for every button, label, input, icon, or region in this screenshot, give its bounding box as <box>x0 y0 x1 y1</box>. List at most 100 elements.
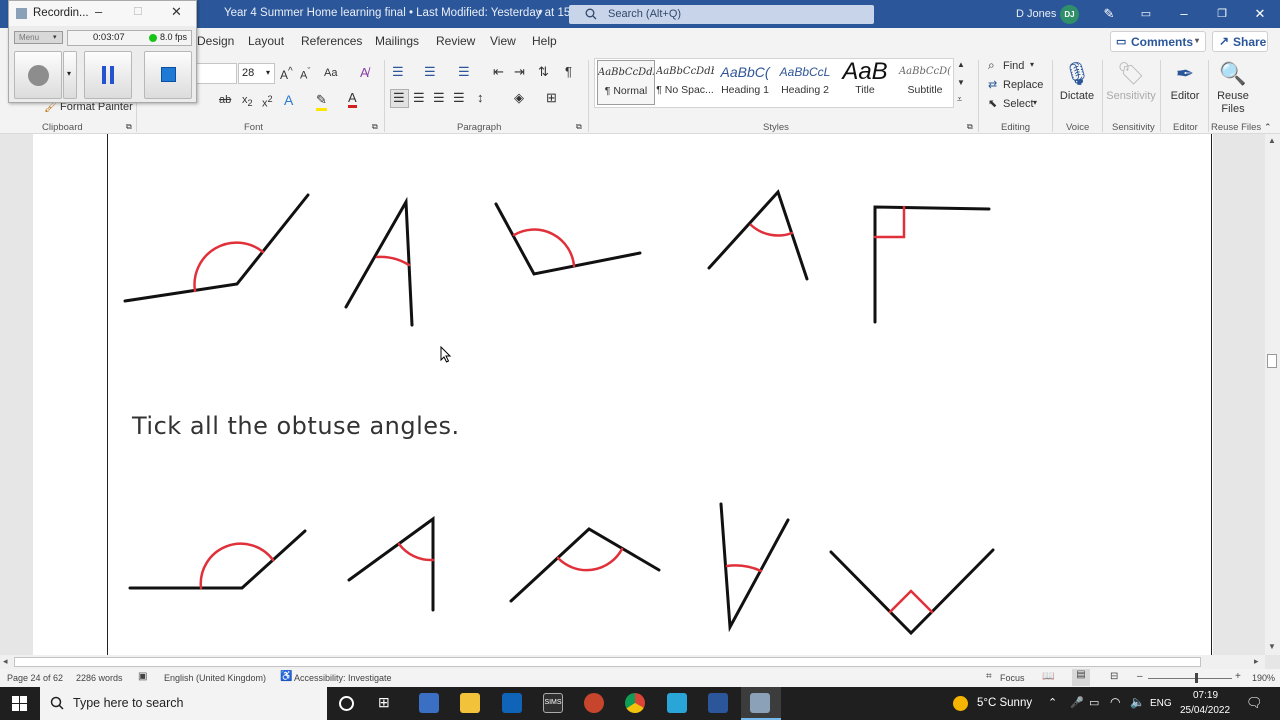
sensitivity-button[interactable]: 🏷 Sensitivity <box>1105 58 1157 102</box>
increase-indent-icon[interactable]: ⇥ <box>514 64 525 80</box>
record-button[interactable] <box>14 51 62 99</box>
recorder-menu-button[interactable]: Menu ▾ <box>14 31 63 44</box>
collapse-ribbon-icon[interactable]: ⌃ <box>1264 122 1272 133</box>
line-spacing-icon[interactable]: ↕ <box>477 90 484 105</box>
bullets-icon[interactable]: ☰ <box>392 64 404 80</box>
tab-design[interactable]: Design <box>197 34 234 48</box>
zoom-level[interactable]: 190% <box>1252 673 1275 683</box>
document-area[interactable]: Tick all the obtuse angles. <box>0 134 1265 655</box>
sims-icon[interactable]: SIMS <box>543 693 563 713</box>
superscript-icon[interactable]: x2 <box>262 94 273 110</box>
tab-view[interactable]: View <box>490 34 516 48</box>
file-explorer-icon[interactable] <box>460 693 480 713</box>
numbering-icon[interactable]: ☰ <box>424 64 436 80</box>
recorder-title-bar[interactable]: Recordin... – ☐ ✕ <box>9 1 196 26</box>
focus-button[interactable]: Focus <box>1000 673 1025 683</box>
scroll-thumb[interactable] <box>14 657 1201 667</box>
user-name[interactable]: D Jones <box>1016 8 1056 20</box>
maximize-icon[interactable]: ☐ <box>133 5 143 18</box>
scroll-down-icon[interactable]: ▼ <box>1268 642 1276 651</box>
title-dropdown-icon[interactable]: ▾ <box>538 7 543 18</box>
style-heading-1[interactable]: AaBbC( Heading 1 <box>716 60 774 105</box>
outlook-icon[interactable] <box>502 693 522 713</box>
weather-icon[interactable] <box>953 696 968 711</box>
dialog-launcher-icon[interactable]: ⧉ <box>967 122 973 132</box>
zoom-slider-thumb[interactable] <box>1195 673 1198 683</box>
battery-icon[interactable]: ▭ <box>1089 696 1099 709</box>
app-icon[interactable] <box>419 693 439 713</box>
scroll-up-icon[interactable]: ▲ <box>1268 136 1276 145</box>
document-title[interactable]: Year 4 Summer Home learning final • Last… <box>224 7 586 19</box>
find-icon[interactable]: ⌕ <box>988 58 995 73</box>
language-indicator[interactable]: ENG <box>1150 698 1172 709</box>
tab-review[interactable]: Review <box>436 34 475 48</box>
scroll-right-icon[interactable]: ▸ <box>1254 656 1259 667</box>
windows-start-icon[interactable] <box>12 696 27 711</box>
decrease-indent-icon[interactable]: ⇤ <box>493 64 504 80</box>
minimize-icon[interactable]: – <box>95 4 102 19</box>
chrome-icon[interactable] <box>625 693 645 713</box>
close-icon[interactable]: ✕ <box>1250 5 1270 23</box>
horizontal-scrollbar[interactable]: ◂ ▸ <box>0 655 1265 669</box>
editor-button[interactable]: ✒ Editor <box>1160 58 1210 102</box>
clock-date[interactable]: 25/04/2022 <box>1180 705 1230 716</box>
comments-button[interactable]: ▭ Comments ▾ <box>1110 31 1206 52</box>
select-button[interactable]: Select <box>1003 98 1034 110</box>
search-box[interactable]: Search (Alt+Q) <box>569 5 874 24</box>
replace-icon[interactable]: ⇄ <box>988 78 997 91</box>
zoom-in-icon[interactable]: + <box>1235 671 1241 682</box>
page[interactable]: Tick all the obtuse angles. <box>33 134 1213 655</box>
font-size-box[interactable]: 28 ▾ <box>238 63 275 84</box>
text-effects-icon[interactable]: A <box>284 92 293 108</box>
microphone-icon[interactable]: 🎤 <box>1070 696 1084 709</box>
highlight-icon[interactable]: ✎ <box>316 92 327 111</box>
chevron-up-icon[interactable]: ⌃ <box>1048 696 1057 709</box>
dialog-launcher-icon[interactable]: ⧉ <box>372 122 378 132</box>
style-normal[interactable]: AaBbCcDdE ¶ Normal <box>597 60 655 105</box>
word-icon[interactable] <box>708 693 728 713</box>
stop-button[interactable] <box>144 51 192 99</box>
weather-text[interactable]: 5°C Sunny <box>977 697 1032 709</box>
pause-button[interactable] <box>84 51 132 99</box>
clear-format-icon[interactable]: A̸ <box>360 65 369 80</box>
avatar[interactable]: DJ <box>1060 5 1079 24</box>
tab-help[interactable]: Help <box>532 34 557 48</box>
align-right-icon[interactable]: ☰ <box>433 90 445 106</box>
restore-icon[interactable]: ❐ <box>1212 5 1232 23</box>
style-no-spacing[interactable]: AaBbCcDdE ¶ No Spac... <box>656 60 714 105</box>
language-status[interactable]: English (United Kingdom) <box>164 673 266 683</box>
vertical-scrollbar[interactable]: ▲ ▼ <box>1265 134 1280 655</box>
proofing-icon[interactable]: ▣ <box>138 671 147 682</box>
read-mode-icon[interactable]: 📖 <box>1042 671 1054 682</box>
subscript-icon[interactable]: x2 <box>242 94 253 108</box>
borders-icon[interactable]: ⊞ <box>546 90 557 106</box>
close-icon[interactable]: ✕ <box>171 4 182 20</box>
style-subtitle[interactable]: AaBbCcD( Subtitle <box>896 60 954 105</box>
dialog-launcher-icon[interactable]: ⧉ <box>126 122 132 132</box>
grow-font-icon[interactable]: A^ <box>280 66 293 82</box>
tab-mailings[interactable]: Mailings <box>375 34 419 48</box>
change-case-button[interactable]: Aa <box>324 67 337 79</box>
styles-scroll-down-icon[interactable]: ▼ <box>957 78 965 87</box>
multilevel-list-icon[interactable]: ☰ <box>458 64 470 80</box>
style-heading-2[interactable]: AaBbCcL Heading 2 <box>776 60 834 105</box>
volume-icon[interactable]: 🔈 <box>1130 695 1145 709</box>
notes-app-icon[interactable] <box>667 693 687 713</box>
dictate-button[interactable]: 🎙 Dictate <box>1052 58 1102 102</box>
wifi-icon[interactable]: ◠ <box>1110 695 1120 709</box>
web-layout-icon[interactable]: ⊟ <box>1110 671 1118 682</box>
strikethrough-icon[interactable]: ab <box>219 94 231 106</box>
page-count[interactable]: Page 24 of 62 <box>7 673 63 683</box>
select-icon[interactable]: ⬉ <box>988 97 997 110</box>
pen-icon[interactable]: ✎ <box>1099 5 1119 23</box>
zoom-slider[interactable] <box>1148 678 1232 679</box>
accessibility-icon[interactable]: ♿ <box>280 671 292 682</box>
tab-layout[interactable]: Layout <box>248 34 284 48</box>
shading-icon[interactable]: ◈ <box>514 90 524 106</box>
word-count[interactable]: 2286 words <box>76 673 123 683</box>
ribbon-display-icon[interactable]: ▭ <box>1136 5 1156 23</box>
tab-references[interactable]: References <box>301 34 362 48</box>
find-button[interactable]: Find <box>1003 60 1024 72</box>
justify-icon[interactable]: ☰ <box>453 90 465 106</box>
focus-icon[interactable]: ⌗ <box>986 671 992 682</box>
